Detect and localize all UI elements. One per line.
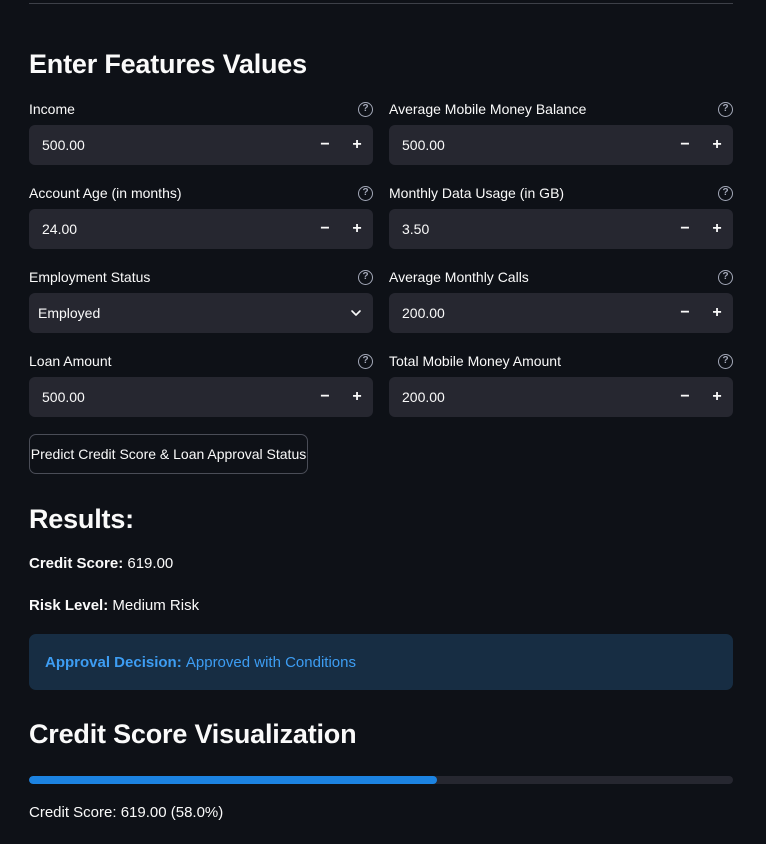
income-label: Income: [29, 101, 75, 117]
monthly-data-usage-value[interactable]: 3.50: [389, 221, 669, 237]
total-mobile-money-amount-field: Total Mobile Money Amount ? 200.00 − +: [389, 351, 733, 417]
total-mobile-money-amount-value[interactable]: 200.00: [389, 389, 669, 405]
question-circle-icon[interactable]: ?: [358, 353, 373, 369]
avg-mobile-money-balance-field: Average Mobile Money Balance ? 500.00 − …: [389, 99, 733, 165]
credit-score-value: 619.00: [127, 555, 174, 572]
loan-amount-value[interactable]: 500.00: [29, 389, 309, 405]
predict-button[interactable]: Predict Credit Score & Loan Approval Sta…: [29, 434, 308, 474]
total-mobile-money-amount-decrement-button[interactable]: −: [669, 377, 701, 417]
approval-decision-label: Approval Decision:: [45, 653, 182, 671]
loan-amount-increment-button[interactable]: +: [341, 377, 373, 417]
avg-monthly-calls-increment-button[interactable]: +: [701, 293, 733, 333]
credit-score-progress-bar: [29, 776, 733, 784]
monthly-data-usage-label: Monthly Data Usage (in GB): [389, 185, 565, 201]
employment-status-value[interactable]: Employed: [29, 305, 339, 321]
total-mobile-money-amount-increment-button[interactable]: +: [701, 377, 733, 417]
results-title: Results:: [29, 504, 134, 534]
account-age-value[interactable]: 24.00: [29, 221, 309, 237]
total-mobile-money-amount-label: Total Mobile Money Amount: [389, 353, 561, 369]
question-circle-icon[interactable]: ?: [718, 269, 733, 285]
top-divider: [29, 3, 733, 4]
monthly-data-usage-decrement-button[interactable]: −: [669, 209, 701, 249]
visualization-title: Credit Score Visualization: [29, 719, 357, 749]
monthly-data-usage-increment-button[interactable]: +: [701, 209, 733, 249]
avg-monthly-calls-field: Average Monthly Calls ? 200.00 − +: [389, 267, 733, 333]
account-age-increment-button[interactable]: +: [341, 209, 373, 249]
income-decrement-button[interactable]: −: [309, 125, 341, 165]
avg-mobile-money-balance-decrement-button[interactable]: −: [669, 125, 701, 165]
question-circle-icon[interactable]: ?: [358, 101, 373, 117]
income-value[interactable]: 500.00: [29, 137, 309, 153]
income-increment-button[interactable]: +: [341, 125, 373, 165]
loan-amount-label: Loan Amount: [29, 353, 112, 369]
total-mobile-money-amount-input[interactable]: 200.00 − +: [389, 377, 733, 417]
question-circle-icon[interactable]: ?: [718, 185, 733, 201]
approval-decision-alert: Approval Decision: Approved with Conditi…: [29, 634, 733, 690]
question-circle-icon[interactable]: ?: [718, 101, 733, 117]
loan-amount-input[interactable]: 500.00 − +: [29, 377, 373, 417]
account-age-label: Account Age (in months): [29, 185, 182, 201]
account-age-input[interactable]: 24.00 − +: [29, 209, 373, 249]
employment-status-select[interactable]: Employed: [29, 293, 373, 333]
question-circle-icon[interactable]: ?: [718, 353, 733, 369]
chevron-down-icon[interactable]: [339, 293, 373, 333]
approval-decision-value: Approved with Conditions: [185, 653, 356, 671]
employment-status-label: Employment Status: [29, 269, 151, 285]
avg-monthly-calls-value[interactable]: 200.00: [389, 305, 669, 321]
avg-mobile-money-balance-label: Average Mobile Money Balance: [389, 101, 587, 117]
avg-mobile-money-balance-value[interactable]: 500.00: [389, 137, 669, 153]
question-circle-icon[interactable]: ?: [358, 185, 373, 201]
monthly-data-usage-input[interactable]: 3.50 − +: [389, 209, 733, 249]
risk-level-value: Medium Risk: [112, 597, 200, 614]
account-age-decrement-button[interactable]: −: [309, 209, 341, 249]
credit-score-progress-label: Credit Score: 619.00 (58.0%): [29, 804, 224, 821]
risk-level-result: Risk Level: Medium Risk: [29, 597, 199, 614]
credit-score-result: Credit Score: 619.00: [29, 555, 173, 572]
loan-amount-field: Loan Amount ? 500.00 − +: [29, 351, 373, 417]
page-title: Enter Features Values: [29, 49, 307, 79]
risk-level-label: Risk Level:: [29, 597, 109, 614]
avg-monthly-calls-label: Average Monthly Calls: [389, 269, 529, 285]
employment-status-field: Employment Status ? Employed: [29, 267, 373, 333]
avg-mobile-money-balance-input[interactable]: 500.00 − +: [389, 125, 733, 165]
income-field: Income ? 500.00 − +: [29, 99, 373, 165]
credit-score-label: Credit Score:: [29, 555, 124, 572]
monthly-data-usage-field: Monthly Data Usage (in GB) ? 3.50 − +: [389, 183, 733, 249]
loan-amount-decrement-button[interactable]: −: [309, 377, 341, 417]
question-circle-icon[interactable]: ?: [358, 269, 373, 285]
income-input[interactable]: 500.00 − +: [29, 125, 373, 165]
account-age-field: Account Age (in months) ? 24.00 − +: [29, 183, 373, 249]
avg-mobile-money-balance-increment-button[interactable]: +: [701, 125, 733, 165]
avg-monthly-calls-decrement-button[interactable]: −: [669, 293, 701, 333]
avg-monthly-calls-input[interactable]: 200.00 − +: [389, 293, 733, 333]
credit-score-progress-fill: [29, 776, 438, 784]
